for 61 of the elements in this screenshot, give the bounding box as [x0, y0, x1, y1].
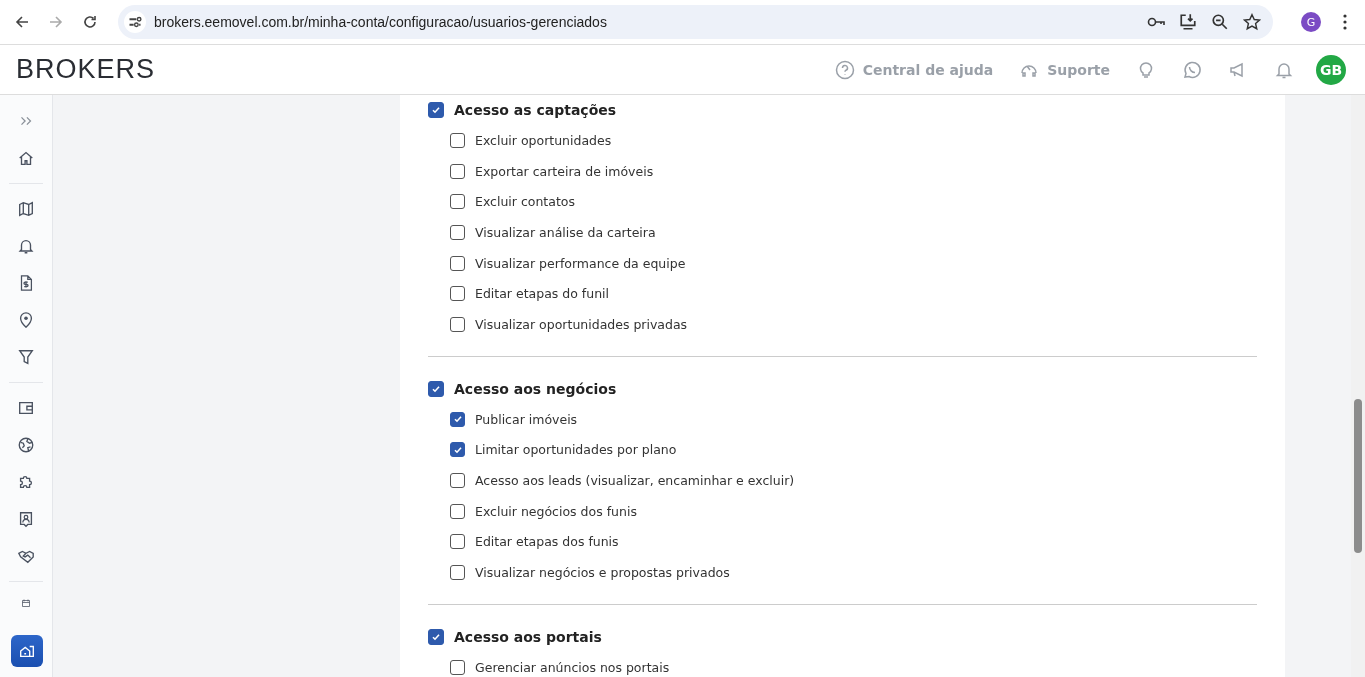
permission-label: Editar etapas do funil [475, 286, 610, 302]
install-icon[interactable] [1179, 13, 1197, 31]
permission-label: Excluir contatos [475, 194, 575, 210]
permission-label: Publicar imóveis [475, 411, 578, 427]
star-icon[interactable] [1243, 13, 1261, 31]
app-button[interactable] [11, 635, 43, 667]
permission-checkbox[interactable] [450, 659, 465, 675]
permission-label: Visualizar negócios e propostas privados [475, 565, 730, 581]
bell-icon[interactable] [17, 237, 35, 255]
menu-icon[interactable] [1343, 14, 1347, 30]
permission-checkbox[interactable] [450, 255, 465, 271]
permission-checkbox[interactable] [450, 442, 465, 458]
address-bar[interactable]: brokers.eemovel.com.br/minha-conta/configuracao/usuarios-gerenciados [118, 5, 1273, 39]
location-pin-icon[interactable] [17, 311, 35, 329]
permission-label: Excluir negócios dos funis [475, 503, 637, 519]
permission-checkbox[interactable] [450, 132, 465, 148]
permission-label: Visualizar performance da equipe [475, 255, 686, 271]
permission-checkbox[interactable] [450, 286, 465, 302]
user-avatar[interactable]: GB [1316, 54, 1346, 85]
section-checkbox[interactable] [428, 380, 444, 397]
permission-label: Excluir oportunidades [475, 132, 612, 148]
permission-checkbox[interactable] [450, 565, 465, 581]
section-title: Acesso aos portais [454, 628, 602, 645]
puzzle-icon[interactable] [17, 473, 35, 491]
home-icon[interactable] [17, 149, 35, 167]
map-icon[interactable] [17, 200, 35, 218]
section-title: Acesso as captações [454, 102, 617, 118]
profile-avatar[interactable]: G [1301, 12, 1321, 32]
permission-checkbox[interactable] [450, 316, 465, 332]
checkmark-icon [430, 104, 442, 116]
site-settings-icon[interactable] [124, 11, 146, 33]
whatsapp-icon[interactable] [1182, 59, 1202, 80]
section-title: Acesso aos negócios [454, 380, 617, 397]
permission-checkbox[interactable] [450, 534, 465, 550]
permission-label: Gerenciar anúncios nos portais [475, 659, 670, 675]
permission-label: Editar etapas dos funis [475, 534, 619, 550]
zoom-out-icon[interactable] [1211, 13, 1229, 31]
permission-checkbox[interactable] [450, 473, 465, 489]
help-icon [834, 59, 855, 80]
permission-label: Exportar carteira de imóveis [475, 163, 654, 179]
scrollbar-thumb[interactable] [1354, 399, 1362, 553]
permission-checkbox[interactable] [450, 224, 465, 240]
filter-icon[interactable] [17, 348, 35, 366]
scrollbar[interactable] [1351, 95, 1365, 677]
globe-icon[interactable] [17, 436, 35, 454]
section-checkbox[interactable] [428, 628, 444, 645]
permission-checkbox[interactable] [450, 163, 465, 179]
section-checkbox[interactable] [428, 102, 444, 118]
permission-checkbox[interactable] [450, 194, 465, 210]
permission-label: Visualizar análise da carteira [475, 224, 656, 240]
reload-icon[interactable] [82, 14, 98, 30]
permission-checkbox[interactable] [450, 411, 465, 427]
permission-label: Acesso aos leads (visualizar, encaminhar e excluir) [475, 473, 795, 489]
brand-logo[interactable]: BROKERS [16, 54, 156, 85]
url-text: brokers.eemovel.com.br/minha-conta/configuracao/usuarios-gerenciados [154, 14, 607, 30]
contact-card-icon[interactable] [17, 510, 35, 528]
permission-label: Limitar oportunidades por plano [475, 442, 677, 458]
permission-label: Visualizar oportunidades privadas [475, 316, 688, 332]
permission-checkbox[interactable] [450, 503, 465, 519]
back-icon[interactable] [14, 14, 30, 30]
wallet-icon[interactable] [17, 399, 35, 417]
